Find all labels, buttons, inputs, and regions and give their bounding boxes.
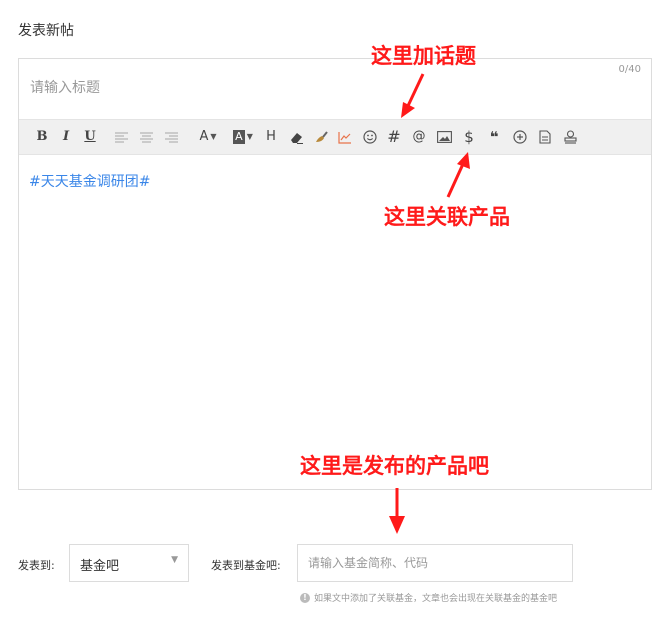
font-color-icon: A — [199, 129, 209, 144]
align-left-button[interactable] — [114, 128, 128, 146]
background-color-button[interactable]: A ▼ — [227, 128, 259, 146]
publish-to-label: 发表到: — [18, 559, 55, 572]
italic-button[interactable]: I — [60, 128, 72, 146]
title-input[interactable] — [28, 75, 592, 101]
brush-icon — [316, 131, 328, 142]
eraser-button[interactable] — [289, 128, 305, 146]
fund-hint-text: 如果文中添加了关联基金，文章也会出现在关联基金的基金吧 — [314, 594, 558, 604]
document-button[interactable] — [538, 128, 552, 146]
align-center-icon — [139, 131, 153, 143]
align-center-button[interactable] — [139, 128, 153, 146]
stamp-button[interactable] — [562, 128, 578, 146]
title-char-count: 0/40 — [618, 64, 641, 75]
smiley-icon — [363, 130, 377, 144]
topic-button[interactable]: # — [387, 128, 401, 146]
arrow-down-icon — [401, 73, 425, 118]
align-left-icon — [114, 131, 128, 143]
fund-hint: ! 如果文中添加了关联基金，文章也会出现在关联基金的基金吧 — [300, 591, 557, 604]
chevron-down-icon: ▼ — [171, 555, 178, 565]
page: 发表新帖 0/40 B I U A▼ A▼ H — [0, 0, 668, 620]
heading-button[interactable]: H — [264, 128, 278, 146]
line-chart-icon — [338, 131, 351, 144]
arrow-down-icon — [389, 488, 405, 534]
align-right-button[interactable] — [164, 128, 178, 146]
annotation-topic: 这里加话题 — [371, 44, 476, 68]
post-editor: 0/40 B I U A▼ A▼ H — [18, 58, 652, 490]
insert-button[interactable] — [512, 128, 528, 146]
document-icon — [539, 130, 551, 144]
caret-down-icon: ▼ — [210, 132, 217, 141]
quote-button[interactable]: ❝ — [486, 128, 502, 146]
stamp-icon — [563, 130, 577, 144]
content-area[interactable]: #天天基金调研团# — [29, 171, 639, 471]
fund-search-input[interactable] — [297, 544, 573, 582]
background-color-icon: A — [233, 130, 245, 144]
plus-circle-icon — [513, 130, 527, 144]
align-right-icon — [164, 131, 178, 143]
emoji-button[interactable] — [362, 128, 378, 146]
format-brush-button[interactable] — [313, 128, 329, 146]
eraser-icon — [291, 132, 303, 144]
publish-target-value: 基金吧 — [80, 559, 120, 574]
info-icon: ! — [300, 592, 310, 603]
chart-button[interactable] — [337, 128, 353, 146]
annotation-publish: 这里是发布的产品吧 — [300, 454, 489, 478]
font-color-button[interactable]: A ▼ — [195, 128, 221, 146]
bold-button[interactable]: B — [36, 128, 48, 146]
page-title: 发表新帖 — [18, 23, 74, 39]
annotation-product: 这里关联产品 — [384, 205, 510, 229]
link-product-button[interactable]: $ — [463, 128, 475, 146]
mention-button[interactable]: @ — [412, 128, 426, 146]
image-icon — [436, 131, 452, 143]
fund-bar-label: 发表到基金吧: — [211, 559, 281, 572]
editor-toolbar: B I U A ▼ A ▼ H # @ $ ❝ — [19, 119, 651, 155]
publish-target-select[interactable]: 基金吧 ▼ — [69, 544, 189, 582]
arrow-up-icon — [446, 152, 470, 198]
underline-button[interactable]: U — [83, 128, 97, 146]
caret-down-icon: ▼ — [246, 132, 253, 141]
image-button[interactable] — [435, 128, 453, 146]
topic-tag-link[interactable]: #天天基金调研团# — [29, 174, 150, 190]
